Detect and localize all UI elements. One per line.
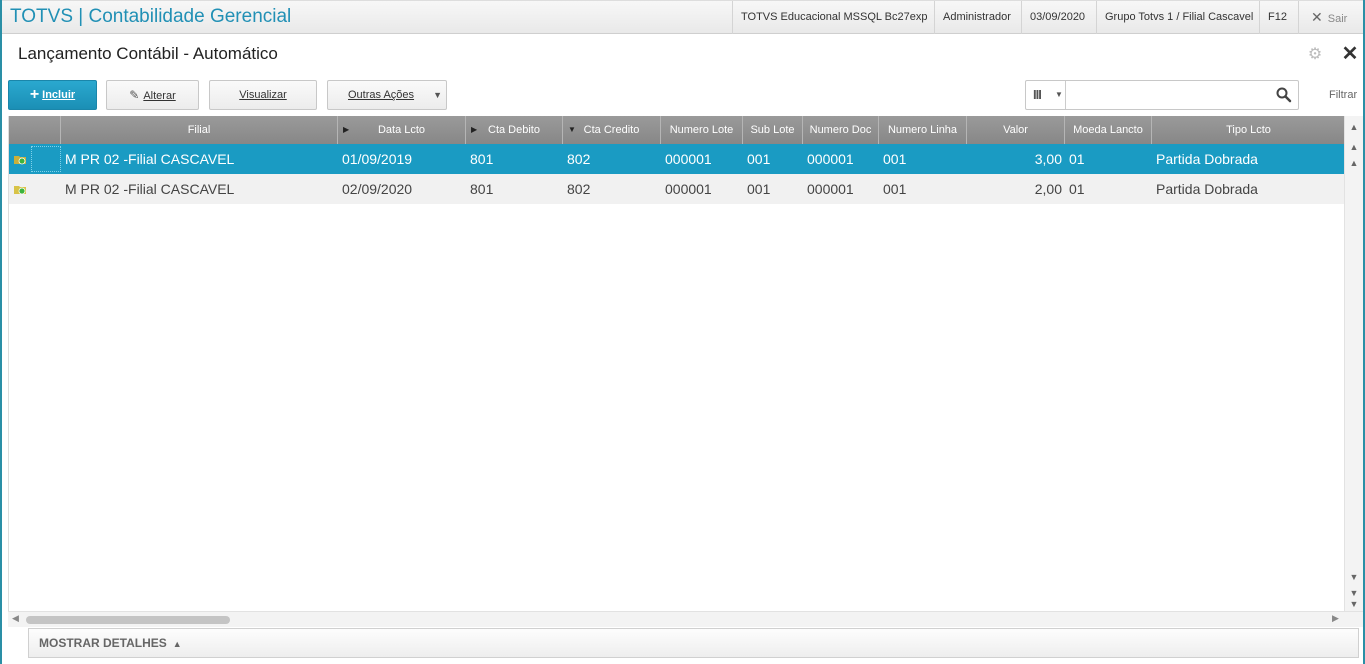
cell-tipo-lcto: Partida Dobrada [1156, 151, 1258, 167]
cell-cta-debito: 801 [470, 181, 494, 197]
columns-icon: III [1033, 87, 1042, 102]
legend-status-icon[interactable] [13, 153, 27, 165]
focus-indicator [31, 146, 61, 172]
data-grid: Filial ▶ Data Lcto ▶ Cta Debito ▼ Cta Credi… [8, 116, 1344, 611]
column-header-label: Cta Credito [583, 124, 640, 136]
columns-selector-button[interactable]: III ▼ [1026, 81, 1066, 109]
top-bar: TOTVS | Contabilidade Gerencial TOTVS Ed… [2, 0, 1363, 34]
caret-down-icon: ▼ [1055, 90, 1063, 99]
cell-cta-credito: 802 [567, 151, 591, 167]
scroll-down-icon[interactable]: ▼ [1347, 570, 1361, 584]
table-row[interactable]: M PR 02 -Filial CASCAVEL 01/09/2019 801 … [9, 144, 1344, 174]
include-button[interactable]: + Incluir [8, 80, 97, 110]
scroll-page-up-icon[interactable]: ▲ [1347, 140, 1361, 154]
cell-data-lcto: 02/09/2020 [342, 181, 413, 197]
legend-status-icon[interactable] [13, 183, 27, 195]
cell-numero-linha: 001 [883, 181, 907, 197]
cell-numero-lote: 000001 [665, 151, 712, 167]
app-title: TOTVS | Contabilidade Gerencial [10, 6, 292, 27]
cell-cta-debito: 801 [470, 151, 494, 167]
date-label[interactable]: 03/09/2020 [1021, 1, 1093, 34]
alter-label: Alterar [143, 90, 176, 102]
view-button[interactable]: Visualizar [209, 80, 317, 110]
exit-label: Sair [1327, 13, 1348, 25]
cell-moeda-lancto: 01 [1069, 151, 1085, 167]
cell-numero-linha: 001 [883, 151, 907, 167]
app-window: TOTVS | Contabilidade Gerencial TOTVS Ed… [0, 0, 1365, 664]
cell-numero-lote: 000001 [665, 181, 712, 197]
cell-sub-lote: 001 [747, 151, 771, 167]
grid-header: Filial ▶ Data Lcto ▶ Cta Debito ▼ Cta Credi… [9, 116, 1344, 144]
scroll-bottom-icon[interactable]: ▼ [1347, 597, 1361, 611]
column-header-cta-credito[interactable]: ▼ Cta Credito [563, 116, 661, 144]
sort-right-icon: ▶ [343, 125, 350, 134]
environment-label[interactable]: TOTVS Educacional MSSQL Bc27exp [732, 1, 935, 34]
column-header-sub-lote[interactable]: Sub Lote [743, 116, 803, 144]
sort-right-icon: ▶ [471, 125, 478, 134]
alter-button[interactable]: ✎ Alterar [106, 80, 199, 110]
column-header-cta-debito[interactable]: ▶ Cta Debito [466, 116, 563, 144]
column-header-numero-doc[interactable]: Numero Doc [803, 116, 879, 144]
cell-sub-lote: 001 [747, 181, 771, 197]
caret-down-icon: ▼ [433, 90, 442, 100]
scroll-left-icon[interactable]: ◀ [12, 613, 19, 624]
exit-button[interactable]: ✕ Sair [1298, 1, 1355, 34]
branch-label[interactable]: Grupo Totvs 1 / Filial Cascavel [1096, 1, 1261, 34]
column-header-numero-lote[interactable]: Numero Lote [661, 116, 743, 144]
horizontal-scroll-thumb[interactable] [26, 616, 230, 624]
search-box: III ▼ [1025, 80, 1299, 110]
column-header-tipo-lcto[interactable]: Tipo Lcto [1152, 116, 1344, 144]
cell-data-lcto: 01/09/2019 [342, 151, 413, 167]
column-header-data-lcto[interactable]: ▶ Data Lcto [338, 116, 466, 144]
f12-shortcut[interactable]: F12 [1259, 1, 1295, 34]
more-actions-button[interactable]: Outras Ações ▼ [327, 80, 447, 110]
close-x-icon: ✕ [1311, 9, 1323, 25]
scroll-top-icon[interactable]: ▲ [1347, 120, 1361, 134]
user-label[interactable]: Administrador [934, 1, 1019, 34]
column-header-numero-linha[interactable]: Numero Linha [879, 116, 967, 144]
search-input[interactable] [1067, 82, 1267, 108]
column-header-label: Data Lcto [377, 124, 426, 136]
scroll-right-icon[interactable]: ▶ [1332, 613, 1339, 624]
cell-valor: 2,00 [1034, 181, 1062, 197]
cell-tipo-lcto: Partida Dobrada [1156, 181, 1258, 197]
column-header-moeda-lancto[interactable]: Moeda Lancto [1065, 116, 1152, 144]
gear-icon[interactable]: ⚙ [1306, 46, 1324, 64]
cell-filial: M PR 02 -Filial CASCAVEL [65, 181, 235, 197]
show-details-bar[interactable]: MOSTRAR DETALHES ▲ [28, 628, 1359, 658]
cell-numero-doc: 000001 [807, 181, 854, 197]
show-details-label: MOSTRAR DETALHES [39, 636, 167, 650]
include-label: Incluir [42, 89, 76, 101]
sort-down-icon: ▼ [568, 125, 576, 134]
plus-icon: + [29, 86, 40, 103]
cell-filial: M PR 02 -Filial CASCAVEL [65, 151, 235, 167]
scroll-up-icon[interactable]: ▲ [1347, 156, 1361, 170]
filter-link[interactable]: Filtrar [1329, 89, 1357, 101]
table-row[interactable]: M PR 02 -Filial CASCAVEL 02/09/2020 801 … [9, 174, 1344, 204]
column-header-filial[interactable]: Filial [61, 116, 338, 144]
column-header-legend[interactable] [9, 116, 61, 144]
more-actions-label: Outras Ações [348, 89, 415, 101]
cell-cta-credito: 802 [567, 181, 591, 197]
close-icon[interactable]: ✕ [1340, 44, 1360, 64]
page-title: Lançamento Contábil - Automático [18, 44, 278, 63]
cell-moeda-lancto: 01 [1069, 181, 1085, 197]
cell-valor: 3,00 [1034, 151, 1062, 167]
search-icon[interactable] [1275, 86, 1293, 104]
vertical-scrollbar[interactable]: ▲ ▲ ▲ ▼ ▼ ▼ [1344, 116, 1363, 611]
column-header-label: Cta Debito [488, 124, 540, 136]
pencil-icon: ✎ [129, 88, 140, 102]
cell-numero-doc: 000001 [807, 151, 854, 167]
chevron-up-icon: ▲ [172, 639, 182, 649]
horizontal-scrollbar[interactable]: ◀ ▶ [8, 611, 1363, 627]
view-label: Visualizar [239, 89, 287, 101]
column-header-valor[interactable]: Valor [967, 116, 1065, 144]
